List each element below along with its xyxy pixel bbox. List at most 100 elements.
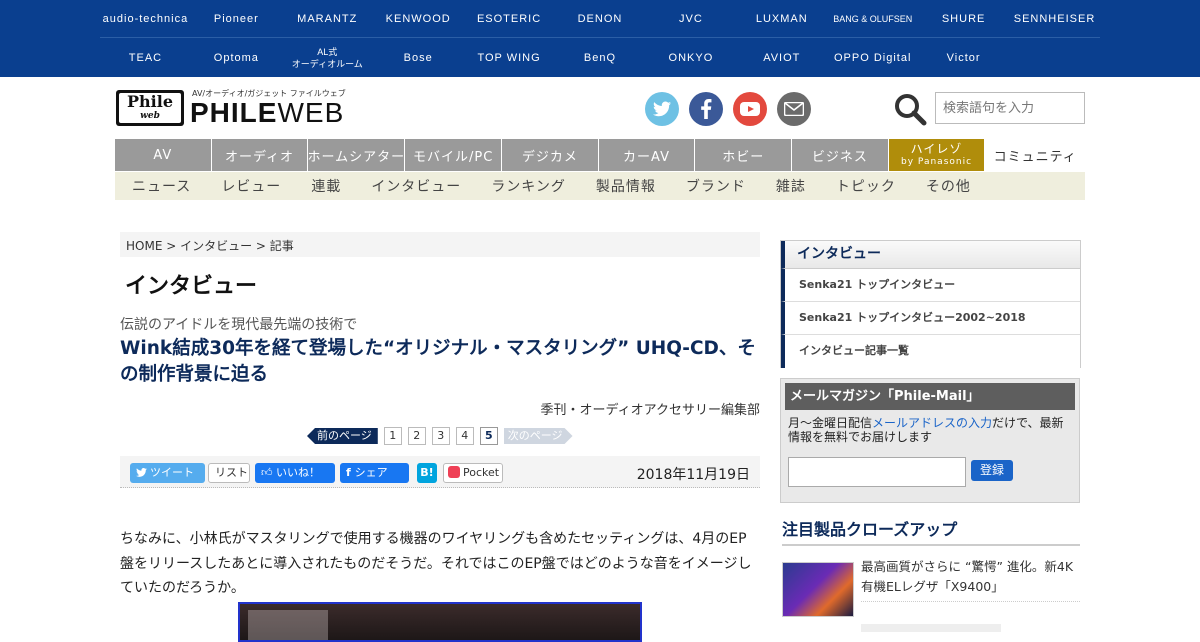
search-input[interactable] [935, 92, 1085, 124]
brand-link-sennheiser[interactable]: SENNHEISER [1009, 0, 1100, 37]
brand-link-benq[interactable]: BenQ [555, 39, 646, 77]
nav-item-audio[interactable]: オーディオ [211, 139, 308, 171]
email-field[interactable] [788, 457, 966, 487]
brand-row-2: TEAC Optoma AL式 オーディオルーム Bose TOP WING B… [100, 39, 1100, 77]
logo-badge-inner: Phile web [119, 93, 181, 123]
brand-bar: audio-technica Pioneer MARANTZ KENWOOD E… [0, 0, 1200, 77]
prev-page-button[interactable]: 前のページ [307, 428, 378, 444]
subnav-magazine[interactable]: 雑誌 [776, 176, 806, 196]
brand-link-jvc[interactable]: JVC [645, 0, 736, 37]
brand-link-onkyo[interactable]: ONKYO [645, 39, 736, 77]
facebook-share-button[interactable]: f シェア [340, 463, 409, 483]
nav-item-community[interactable]: コミュニティ [985, 139, 1086, 171]
brand-link-teac[interactable]: TEAC [100, 39, 191, 77]
page-title: インタビュー [125, 274, 258, 299]
logo-word-bold: PHILE [190, 97, 278, 128]
pocket-button[interactable]: Pocket [443, 463, 503, 483]
subnav-news[interactable]: ニュース [132, 176, 191, 196]
mail-desc-link[interactable]: メールアドレスの入力 [872, 416, 992, 430]
twitter-bird-icon [136, 468, 147, 477]
nav-item-hobby[interactable]: ホビー [695, 139, 792, 171]
brand-link-denon[interactable]: DENON [555, 0, 646, 37]
like-label: いいね！ [276, 466, 320, 479]
page-link-2[interactable]: 2 [407, 427, 426, 445]
sidebar-interview-box: インタビュー Senka21 トップインタビュー Senka21 トップインタビ… [780, 240, 1081, 368]
like-button[interactable]: 👍︎ いいね！ [255, 463, 335, 483]
brand-row-1: audio-technica Pioneer MARANTZ KENWOOD E… [100, 0, 1100, 38]
brand-link-esoteric[interactable]: ESOTERIC [464, 0, 555, 37]
register-button[interactable]: 登録 [971, 460, 1013, 481]
featured-products-title: 注目製品クローズアップ [782, 516, 1080, 546]
hatena-bookmark-button[interactable]: B! [417, 463, 437, 483]
nav-hires-label: ハイレゾ [910, 141, 963, 156]
mail-magazine-box: メールマガジン「Phile-Mail」 月～金曜日配信メールアドレスの入力だけで… [780, 378, 1080, 503]
brand-link-oppo-digital[interactable]: OPPO Digital [827, 39, 918, 77]
pocket-icon [448, 466, 460, 478]
brand-link-kenwood[interactable]: KENWOOD [373, 0, 464, 37]
page-link-4[interactable]: 4 [455, 427, 474, 445]
list-button[interactable]: リスト [208, 463, 250, 483]
brand-link-victor[interactable]: Victor [918, 39, 1009, 77]
brand-link-al-audio-room[interactable]: AL式 オーディオルーム [282, 39, 373, 77]
breadcrumb: HOME > インタビュー > 記事 [120, 232, 760, 257]
brand-link-audio-technica[interactable]: audio-technica [100, 0, 191, 37]
nav-item-home-theater[interactable]: ホームシアター [308, 139, 405, 171]
main-nav: AV オーディオ ホームシアター モバイル/PC デジカメ カーAV ホビー ビ… [115, 139, 1086, 171]
page-link-1[interactable]: 1 [383, 427, 402, 445]
featured-product-link[interactable]: 最高画質がさらに “驚愕” 進化。新4K有機ELレグザ「X9400」 [861, 557, 1080, 602]
page-current-5: 5 [479, 427, 498, 445]
sidebar-link-interview-list[interactable]: インタビュー記事一覧 [781, 335, 1080, 368]
logo-badge: Phile web [116, 90, 184, 126]
nav-item-business[interactable]: ビジネス [792, 139, 888, 171]
nav-item-digicam[interactable]: デジカメ [502, 139, 598, 171]
sidebar-interview-title: インタビュー [781, 241, 1080, 269]
brand-link-optoma[interactable]: Optoma [191, 39, 282, 77]
brand-link-pioneer[interactable]: Pioneer [191, 0, 282, 37]
brand-cell-empty [1009, 39, 1100, 77]
next-page-button: 次のページ [504, 428, 573, 444]
logo-wordmark: PHILEWEB [190, 98, 344, 128]
nav-item-av[interactable]: AV [115, 139, 211, 171]
subnav-review[interactable]: レビュー [221, 176, 281, 196]
mail-magazine-title: メールマガジン「Phile-Mail」 [785, 383, 1075, 410]
subnav-brand[interactable]: ブランド [686, 176, 746, 196]
nav-item-car-av[interactable]: カーAV [598, 139, 695, 171]
nav-item-mobile-pc[interactable]: モバイル/PC [405, 139, 502, 171]
facebook-icon[interactable] [689, 92, 723, 126]
featured-product-thumbnail[interactable] [782, 562, 854, 617]
brand-link-top-wing[interactable]: TOP WING [464, 39, 555, 77]
brand-link-shure[interactable]: SHURE [918, 0, 1009, 37]
subnav-other[interactable]: その他 [926, 176, 971, 196]
search-icon[interactable] [893, 92, 927, 126]
sub-nav: ニュース レビュー 連載 インタビュー ランキング 製品情報 ブランド 雑誌 ト… [115, 172, 1085, 200]
brand-link-luxman[interactable]: LUXMAN [736, 0, 827, 37]
site-logo[interactable]: Phile web AV/オーディオ/ガジェット ファイルウェブ PHILEWE… [116, 88, 346, 128]
subnav-products[interactable]: 製品情報 [596, 176, 656, 196]
subnav-topic[interactable]: トピック [836, 176, 896, 196]
youtube-icon[interactable] [733, 92, 767, 126]
breadcrumb-home[interactable]: HOME [126, 239, 162, 253]
logo-word-light: WEB [277, 97, 345, 128]
page-link-3[interactable]: 3 [431, 427, 450, 445]
breadcrumb-separator: > [252, 239, 270, 253]
twitter-icon[interactable] [645, 92, 679, 126]
article-photo [238, 602, 642, 642]
subnav-interview[interactable]: インタビュー [371, 176, 461, 196]
brand-link-bose[interactable]: Bose [373, 39, 464, 77]
sidebar-link-senka21-archive[interactable]: Senka21 トップインタビュー2002~2018 [781, 302, 1080, 335]
nav-hires-sub: by Panasonic [901, 156, 973, 167]
brand-link-bang-olufsen[interactable]: BANG & OLUFSEN [827, 0, 918, 37]
mail-icon[interactable] [777, 92, 811, 126]
brand-link-aviot[interactable]: AVIOT [736, 39, 827, 77]
subnav-ranking[interactable]: ランキング [491, 176, 566, 196]
thumbs-up-icon: 👍︎ [261, 466, 276, 479]
share-label: シェア [354, 466, 388, 479]
breadcrumb-current: 記事 [269, 239, 294, 253]
nav-item-hires[interactable]: ハイレゾ by Panasonic [888, 139, 985, 171]
brand-link-marantz[interactable]: MARANTZ [282, 0, 373, 37]
sidebar-link-senka21-top[interactable]: Senka21 トップインタビュー [781, 269, 1080, 302]
breadcrumb-section[interactable]: インタビュー [180, 239, 252, 253]
subnav-series[interactable]: 連載 [311, 176, 341, 196]
tweet-button[interactable]: ツイート [130, 463, 205, 483]
pagination: 前のページ 1 2 3 4 5 次のページ [307, 427, 573, 445]
